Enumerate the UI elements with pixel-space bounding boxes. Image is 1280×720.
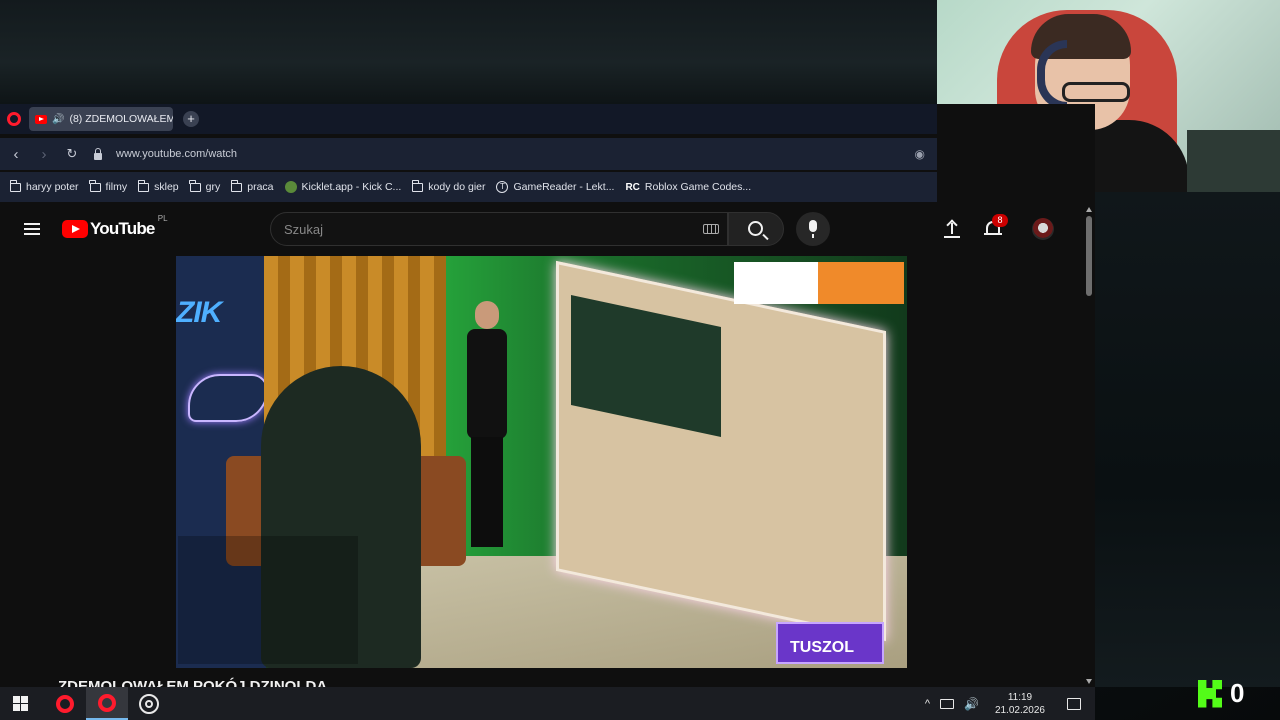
bookmark-item[interactable]: Kicklet.app - Kick C...	[284, 181, 402, 193]
folder-icon	[189, 179, 201, 192]
voice-search-button[interactable]	[796, 212, 830, 246]
microphone-icon	[809, 220, 817, 238]
video-title: ZDEMOLOWAŁEM POKÓJ DZINOLDA	[58, 678, 328, 687]
bookmark-item[interactable]: kody do gier	[411, 179, 486, 193]
notification-center-icon[interactable]	[1067, 697, 1081, 710]
forward-button[interactable]: ›	[30, 146, 58, 163]
folder-icon	[411, 179, 424, 192]
bookmark-item[interactable]: filmy	[89, 179, 128, 193]
speaker-icon[interactable]: 🔊	[52, 114, 64, 125]
search-input[interactable]	[284, 221, 684, 237]
new-tab-button[interactable]: +	[183, 111, 199, 127]
taskbar-opera[interactable]	[44, 687, 86, 720]
webcam-glasses	[1062, 82, 1130, 102]
opera-icon	[98, 693, 116, 712]
tab-youtube[interactable]: 🔊 (8) ZDEMOLOWAŁEM	[29, 107, 173, 131]
bookmark-item[interactable]: praca	[230, 179, 274, 193]
youtube-favicon-icon	[35, 114, 47, 124]
bookmark-label: praca	[247, 181, 274, 193]
kicklet-icon	[284, 181, 297, 193]
kick-count: 0	[1230, 678, 1245, 708]
bookmark-label: gry	[205, 181, 221, 193]
bookmark-label: Roblox Game Codes...	[644, 181, 752, 193]
browser-window: 🔊 (8) ZDEMOLOWAŁEM + ‹ › ↻ www.youtube.c…	[0, 104, 1095, 687]
address-bar: ‹ › ↻ www.youtube.com/watch ◉	[0, 138, 937, 170]
obs-icon	[139, 693, 159, 714]
scrollbar-thumb[interactable]	[1086, 216, 1092, 296]
bookmark-label: haryy poter	[26, 181, 79, 193]
lock-icon[interactable]	[94, 147, 102, 160]
bookmark-item[interactable]: sklep	[137, 179, 179, 193]
folder-icon	[230, 179, 243, 192]
stream-background-right	[1095, 192, 1280, 687]
stream-top-strip	[0, 0, 937, 104]
search-button[interactable]	[728, 212, 784, 246]
folder-icon	[137, 179, 150, 192]
rc-icon: RC	[625, 181, 640, 193]
kick-viewer-counter: 0	[1198, 678, 1244, 709]
clock[interactable]: 11:19 21.02.2026	[995, 691, 1045, 717]
volume-icon[interactable]: 🔊	[964, 697, 979, 711]
bookmark-label: kody do gier	[428, 181, 486, 193]
bookmarks-bar: haryy poter filmy sklep gry praca Kickle…	[0, 172, 937, 202]
opera-icon	[56, 694, 74, 713]
taskbar-opera-active[interactable]	[86, 687, 128, 720]
tray-expand-icon[interactable]: ^	[925, 698, 930, 710]
youtube-logo[interactable]: YouTube PL	[62, 214, 168, 239]
tab-bar: 🔊 (8) ZDEMOLOWAŁEM +	[0, 104, 937, 134]
folder-icon	[9, 179, 21, 192]
youtube-play-icon	[62, 220, 88, 238]
video-neon-sign: ZIK	[176, 296, 222, 329]
video-neon-boar	[188, 374, 268, 422]
bookmark-label: sklep	[154, 181, 179, 193]
bookmark-label: Kicklet.app - Kick C...	[301, 181, 402, 193]
video-player[interactable]: ZIK TUSZOL	[176, 256, 907, 668]
region-label: PL	[157, 214, 168, 223]
clock-time: 11:19	[1007, 691, 1033, 703]
folder-icon	[89, 179, 101, 192]
bookmark-label: GameReader - Lekt...	[513, 181, 615, 193]
sponsor-orange-block	[818, 262, 904, 304]
upload-icon[interactable]	[943, 219, 961, 238]
windows-taskbar: ^ 🔊 11:19 21.02.2026	[0, 687, 1095, 720]
url-field[interactable]: www.youtube.com/watch	[116, 148, 237, 160]
taskbar-obs[interactable]	[128, 687, 170, 720]
webcam-desk	[1187, 130, 1280, 192]
avatar[interactable]	[1032, 218, 1054, 240]
search-box	[270, 212, 728, 246]
bookmark-item[interactable]: T GameReader - Lekt...	[496, 181, 614, 193]
video-chat-overlay	[178, 536, 358, 664]
notification-badge: 8	[992, 214, 1008, 227]
youtube-logo-text: YouTube	[90, 219, 155, 238]
search-icon	[748, 221, 763, 236]
bookmark-item[interactable]: gry	[189, 179, 221, 193]
bookmark-label: filmy	[105, 181, 128, 193]
scroll-up-icon[interactable]	[1086, 207, 1092, 212]
reload-button[interactable]: ↻	[58, 146, 86, 162]
snapshot-camera-icon[interactable]: ◉	[915, 147, 925, 161]
system-tray: ^ 🔊 11:19 21.02.2026	[925, 691, 1095, 717]
video-sponsor-banner	[734, 262, 904, 304]
youtube-page: YouTube PL 8 ZIK	[0, 204, 1083, 687]
bookmark-item[interactable]: haryy poter	[9, 179, 79, 193]
page-scrollbar[interactable]	[1083, 204, 1095, 687]
network-icon[interactable]	[939, 698, 954, 709]
scroll-down-icon[interactable]	[1086, 679, 1092, 684]
tab-title: (8) ZDEMOLOWAŁEM	[69, 113, 173, 125]
video-person	[461, 301, 513, 551]
bookmark-item[interactable]: RC Roblox Game Codes...	[625, 181, 751, 193]
menu-icon[interactable]	[24, 223, 40, 235]
gamereader-icon: T	[496, 181, 509, 193]
windows-start-icon[interactable]	[13, 696, 28, 711]
back-button[interactable]: ‹	[2, 146, 30, 163]
clock-date: 21.02.2026	[994, 704, 1045, 716]
video-promo-badge: TUSZOL	[776, 622, 884, 664]
keyboard-icon[interactable]	[703, 224, 719, 234]
kick-logo-icon	[1198, 679, 1222, 708]
opera-logo-icon[interactable]	[7, 112, 21, 126]
